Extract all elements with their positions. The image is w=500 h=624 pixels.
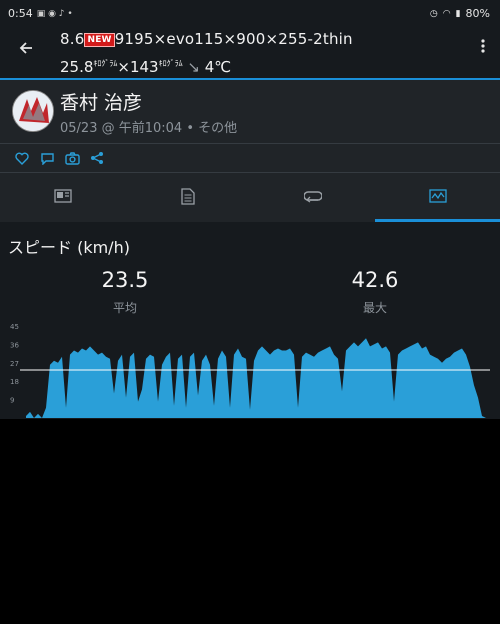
unit-kg-2: ｷﾛｸﾞﾗﾑ — [158, 59, 183, 68]
tab-details[interactable] — [125, 172, 250, 220]
back-arrow-icon[interactable] — [18, 40, 34, 56]
activity-subtitle: 25.8ｷﾛｸﾞﾗﾑ×143ｷﾛｸﾞﾗﾑ ↘ 4℃ — [60, 58, 231, 76]
max-speed-value: 42.6 — [351, 268, 399, 292]
tab-charts[interactable] — [375, 172, 500, 220]
subtitle-weight: 25.8 — [60, 58, 94, 76]
alarm-icon: ◷ — [429, 8, 438, 19]
tab-bar — [0, 172, 500, 220]
subtitle-mid: ×143 — [117, 58, 159, 76]
user-name[interactable]: 香村 治彦 — [60, 88, 142, 115]
unit-kg-1: ｷﾛｸﾞﾗﾑ — [93, 59, 118, 68]
avg-speed-label: 平均 — [112, 301, 137, 315]
status-bar: 0:54 ▣ ◉ ♪ • ◷ ◠ ▮ 80% — [0, 0, 500, 26]
avatar[interactable] — [12, 90, 54, 132]
signal-icon: ▮ — [455, 8, 461, 19]
heart-icon[interactable] — [14, 150, 30, 166]
avg-speed-value: 23.5 — [101, 268, 149, 292]
comment-icon[interactable] — [39, 150, 55, 166]
notification-icons: ▣ ◉ ♪ • — [36, 8, 73, 19]
social-actions — [14, 150, 105, 168]
chart-icon — [428, 189, 447, 203]
activity-title: 8.6 NEW 9195×evo115×900×255-2thin — [60, 30, 353, 48]
status-time: 0:54 — [8, 7, 33, 20]
y-tick-label: 36 — [10, 341, 19, 349]
y-tick-label: 27 — [10, 360, 19, 368]
chart-title: スピード (km/h) — [8, 238, 130, 257]
speed-chart: 9 18 27 36 45 — [10, 323, 490, 418]
loop-icon — [303, 191, 322, 203]
y-tick-label: 9 — [10, 397, 14, 405]
share-icon[interactable] — [89, 150, 105, 166]
y-tick-label: 45 — [10, 323, 19, 331]
wifi-icon: ◠ — [442, 8, 451, 19]
max-speed-label: 最大 — [362, 301, 387, 315]
battery-text: 80% — [465, 7, 490, 20]
tab-laps[interactable] — [250, 172, 375, 220]
down-arrow-icon: ↘ — [187, 58, 200, 76]
title-gear: 9195×evo115×900×255-2thin — [114, 30, 353, 48]
title-distance: 8.6 — [60, 30, 85, 48]
new-badge: NEW — [84, 33, 115, 47]
speed-area-series — [26, 338, 486, 418]
tab-overview[interactable] — [0, 172, 125, 220]
document-icon — [180, 187, 195, 205]
subtitle-temperature: 4℃ — [204, 58, 232, 76]
y-tick-label: 18 — [10, 378, 19, 386]
activity-meta: 05/23 @ 午前10:04 • その他 — [60, 121, 238, 136]
camera-icon[interactable] — [64, 150, 80, 166]
divider — [0, 143, 500, 144]
map-card-icon — [53, 189, 72, 203]
more-options-icon[interactable] — [480, 38, 486, 54]
